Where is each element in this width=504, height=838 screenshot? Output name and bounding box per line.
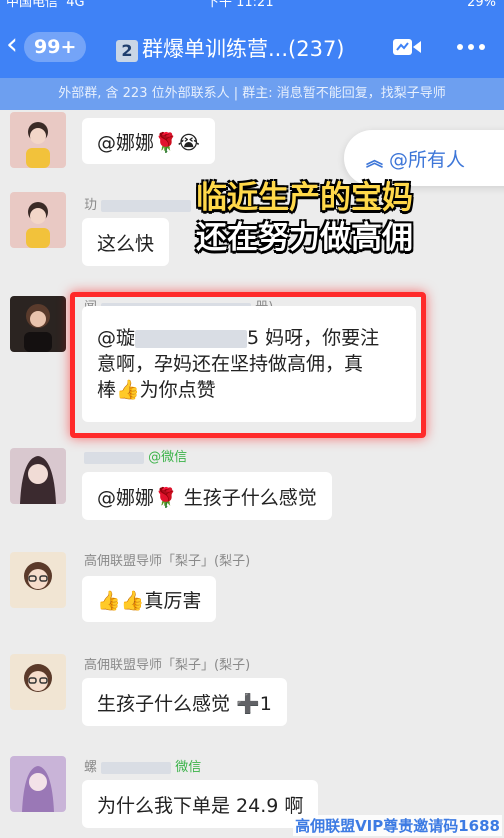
watermark-text: 高佣联盟VIP尊贵邀请码1688: [293, 815, 502, 836]
sender-name: 螺 微信: [84, 760, 202, 775]
status-bar: 中国电信 4G 下午 11:21 29%: [0, 0, 504, 16]
message-bubble[interactable]: @娜娜🌹 生孩子什么感觉: [82, 472, 332, 520]
back-button[interactable]: ‹ 99+: [6, 30, 96, 64]
user-avatar-image: [10, 448, 66, 504]
more-options-button[interactable]: [454, 34, 488, 60]
back-chevron-icon: ‹: [6, 27, 18, 62]
sender-name: 玏: [84, 194, 192, 213]
avatar[interactable]: [10, 756, 66, 812]
avatar[interactable]: [10, 192, 66, 248]
message-bubble[interactable]: 这么快: [82, 218, 170, 266]
caption-line-2: 还在努力做高佣: [196, 220, 413, 256]
message-bubble[interactable]: 生孩子什么感觉 ➕1: [82, 678, 287, 726]
clock-label: 下午 11:21: [206, 0, 274, 10]
battery-label: 29%: [467, 0, 496, 10]
unread-count-badge: 99+: [24, 32, 87, 62]
avatar[interactable]: [10, 448, 66, 504]
video-call-button[interactable]: [392, 34, 422, 60]
caption-line-1: 临近生产的宝妈: [196, 180, 413, 216]
double-chevron-up-icon: ︽: [366, 150, 383, 171]
user-avatar-image: [10, 192, 66, 248]
avatar[interactable]: [10, 552, 66, 608]
avatar[interactable]: [10, 112, 66, 168]
redacted-name: [101, 199, 192, 212]
video-camera-icon: [393, 39, 421, 55]
redacted-name: [84, 451, 144, 464]
user-avatar-image: [10, 756, 66, 812]
carrier-label: 中国电信 4G: [6, 0, 85, 10]
sender-name: 高佣联盟导师「梨子」(梨子): [84, 554, 251, 569]
user-avatar-image: [10, 296, 66, 352]
sender-name: @微信: [84, 446, 187, 465]
mentor-avatar-image: [10, 552, 66, 608]
user-avatar-image: [10, 112, 66, 168]
message-bubble[interactable]: 👍👍真厉害: [82, 576, 217, 622]
mentor-avatar-image: [10, 654, 66, 710]
message-bubble[interactable]: 为什么我下单是 24.9 啊: [82, 780, 319, 828]
redacted-name: [101, 761, 172, 774]
sender-name: 高佣联盟导师「梨子」(梨子): [84, 658, 251, 673]
title-number-badge: 2: [116, 40, 138, 62]
avatar[interactable]: [10, 296, 66, 352]
chat-title[interactable]: 2 群爆单训练营...(237): [116, 33, 345, 63]
mention-all-label: @所有人: [389, 148, 466, 171]
group-info-bar[interactable]: 外部群, 含 223 位外部联系人 | 群主: 消息暂不能回复，找梨子导师: [0, 78, 504, 110]
chat-navbar: ‹ 99+ 2 群爆单训练营...(237): [0, 16, 504, 78]
overlay-caption: 临近生产的宝妈 还在努力做高佣: [196, 178, 413, 258]
message-bubble[interactable]: @娜娜🌹😭: [82, 118, 215, 164]
highlight-frame: [70, 292, 426, 438]
more-dots-icon: [457, 44, 485, 50]
chat-title-text: 群爆单训练营...(237): [142, 37, 345, 61]
avatar[interactable]: [10, 654, 66, 710]
